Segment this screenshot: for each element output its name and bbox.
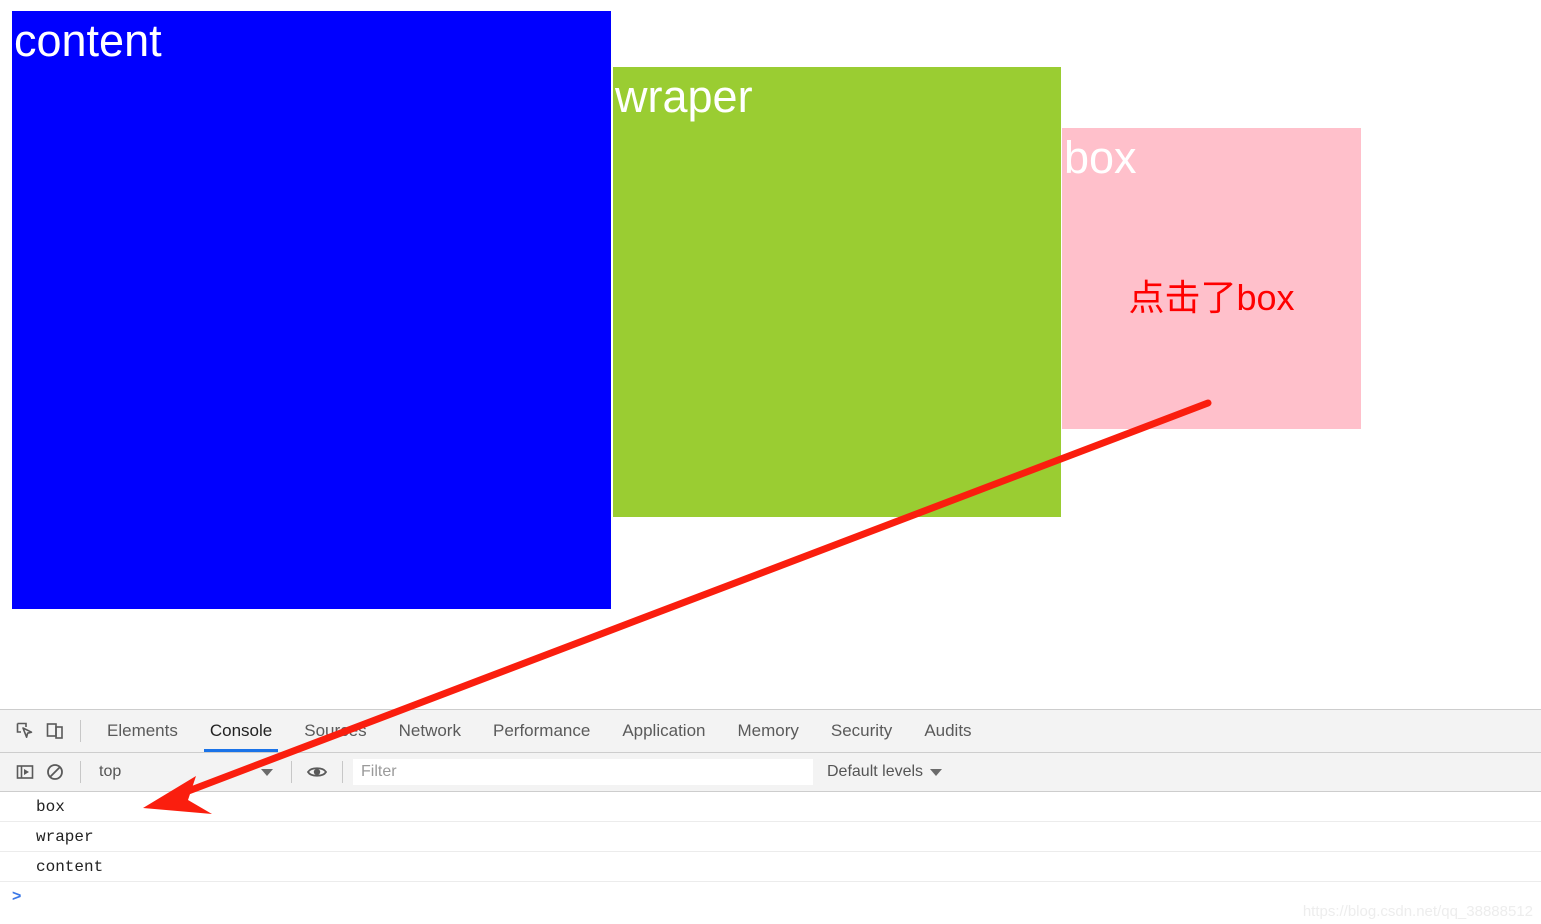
log-levels-label: Default levels (827, 763, 924, 780)
watermark: https://blog.csdn.net/qq_38888512 (1302, 903, 1533, 920)
tab-memory[interactable]: Memory (721, 710, 814, 752)
box-div[interactable]: box 点击了box (1062, 128, 1361, 429)
tab-sources[interactable]: Sources (288, 710, 382, 752)
execution-context-label: top (99, 763, 122, 780)
tab-elements[interactable]: Elements (91, 710, 194, 752)
tab-console[interactable]: Console (194, 710, 288, 752)
chevron-down-icon (261, 768, 273, 776)
console-message[interactable]: wraper (0, 822, 1541, 852)
tab-application[interactable]: Application (606, 710, 721, 752)
console-toolbar-divider-2 (291, 761, 292, 783)
box-div-label: box (1064, 132, 1137, 183)
devtools-panel: Elements Console Sources Network Perform… (0, 709, 1541, 924)
prompt-chevron-icon: > (12, 888, 22, 905)
content-div-label: content (14, 15, 162, 66)
tab-security[interactable]: Security (815, 710, 908, 752)
execute-snippet-icon[interactable] (10, 757, 40, 787)
console-message-list: box wraper content > (0, 792, 1541, 912)
toolbar-divider (80, 720, 81, 742)
devtools-tool-icons (0, 716, 91, 746)
content-div[interactable]: content (12, 11, 611, 609)
click-result-text: 点击了box (1128, 277, 1295, 318)
tab-network[interactable]: Network (383, 710, 477, 752)
tab-audits[interactable]: Audits (908, 710, 987, 752)
execution-context-select[interactable]: top (91, 759, 281, 785)
console-message[interactable]: box (0, 792, 1541, 822)
device-toolbar-icon[interactable] (40, 716, 70, 746)
inspect-element-icon[interactable] (10, 716, 40, 746)
filter-input[interactable] (353, 759, 813, 785)
console-toolbar: top Default levels (0, 753, 1541, 792)
clear-console-icon[interactable] (40, 757, 70, 787)
console-toolbar-divider-1 (80, 761, 81, 783)
live-expression-eye-icon[interactable] (302, 757, 332, 787)
wraper-div[interactable]: wraper (613, 67, 1061, 517)
console-toolbar-divider-3 (342, 761, 343, 783)
tab-performance[interactable]: Performance (477, 710, 606, 752)
chevron-down-icon (930, 768, 943, 776)
wraper-div-label: wraper (615, 71, 753, 122)
console-message[interactable]: content (0, 852, 1541, 882)
devtools-tab-bar: Elements Console Sources Network Perform… (0, 710, 1541, 753)
web-page-viewport: content wraper box 点击了box (0, 0, 1541, 709)
log-levels-select[interactable]: Default levels (813, 763, 950, 781)
